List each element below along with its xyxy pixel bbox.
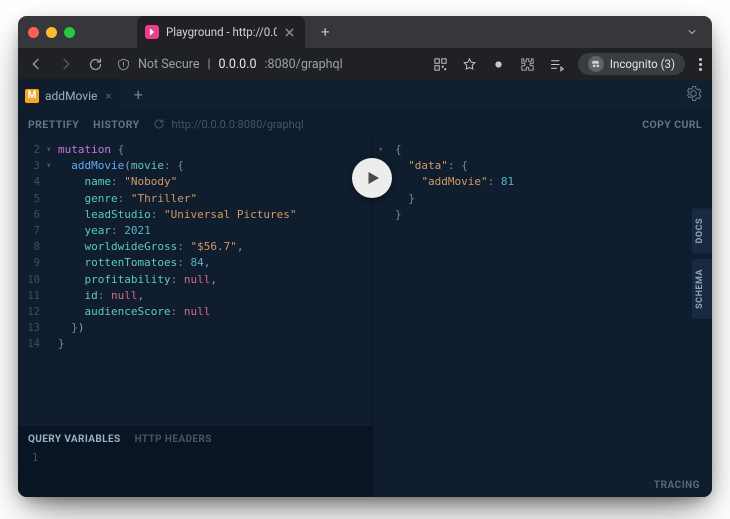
qr-icon[interactable] xyxy=(433,57,448,72)
address-warning: Not Secure xyxy=(138,57,199,72)
browser-tabstrip: Playground - http://0.0.0.0:80 + xyxy=(18,16,712,48)
history-button[interactable]: HISTORY xyxy=(93,118,139,131)
prettify-button[interactable]: PRETTIFY xyxy=(28,118,79,131)
incognito-icon xyxy=(588,56,604,72)
reload-button[interactable] xyxy=(88,57,103,72)
browser-action-icons: Incognito (3) xyxy=(433,53,702,75)
tabs-dropdown-button[interactable] xyxy=(682,19,702,46)
reload-endpoint-icon xyxy=(153,118,165,130)
star-icon[interactable] xyxy=(462,57,477,72)
mutation-badge-icon: M xyxy=(25,89,39,103)
playground-tab-label: addMovie xyxy=(45,89,97,103)
not-secure-icon xyxy=(117,58,130,71)
close-tab-button[interactable] xyxy=(284,27,295,38)
address-path: :8080/graphql xyxy=(265,57,343,72)
extension-dot-icon[interactable] xyxy=(491,57,506,72)
side-rail: DOCS SCHEMA xyxy=(692,138,712,319)
incognito-badge[interactable]: Incognito (3) xyxy=(578,53,685,75)
tab-http-headers[interactable]: HTTP HEADERS xyxy=(135,434,212,445)
variables-editor[interactable]: 1 xyxy=(18,452,372,464)
playground-new-tab-button[interactable]: + xyxy=(122,87,155,103)
endpoint-input[interactable]: http://0.0.0.0:8080/graphql xyxy=(153,118,303,131)
incognito-label: Incognito (3) xyxy=(610,57,675,71)
favicon-icon xyxy=(145,25,159,39)
browser-window: Playground - http://0.0.0.0:80 + xyxy=(18,16,712,497)
playground-tabbar: M addMovie × + xyxy=(18,80,712,110)
query-editor[interactable]: 234567891011121314 ▾▾ mutation { addMovi… xyxy=(18,138,372,426)
tab-query-variables[interactable]: QUERY VARIABLES xyxy=(28,434,121,445)
schema-tab[interactable]: SCHEMA xyxy=(692,259,712,319)
new-tab-button[interactable]: + xyxy=(315,21,336,48)
response-viewer[interactable]: ▾ { "data": { "addMovie": 81 } } xyxy=(373,138,712,223)
play-icon xyxy=(364,169,382,187)
graphql-playground: M addMovie × + PRETTIFY HISTORY http://0… xyxy=(18,80,712,497)
browser-tab-active[interactable]: Playground - http://0.0.0.0:80 xyxy=(137,16,305,48)
browser-tab-title: Playground - http://0.0.0.0:80 xyxy=(166,25,277,39)
window-controls xyxy=(28,27,75,38)
playground-toolbar: PRETTIFY HISTORY http://0.0.0.0:8080/gra… xyxy=(18,110,712,138)
response-pane: ▾ { "data": { "addMovie": 81 } } TRACING xyxy=(372,138,712,497)
puzzle-icon[interactable] xyxy=(520,57,535,72)
query-editor-pane: 234567891011121314 ▾▾ mutation { addMovi… xyxy=(18,138,372,497)
playground-settings-button[interactable] xyxy=(685,85,702,106)
tracing-button[interactable]: TRACING xyxy=(654,480,700,491)
docs-tab[interactable]: DOCS xyxy=(692,208,712,253)
playlist-icon[interactable] xyxy=(549,57,564,72)
browser-menu-button[interactable] xyxy=(699,58,702,71)
address-bar[interactable]: Not Secure | 0.0.0.0:8080/graphql xyxy=(117,57,343,72)
close-playground-tab-button[interactable]: × xyxy=(105,89,111,103)
playground-tab-active[interactable]: M addMovie × xyxy=(18,79,122,111)
execute-query-button[interactable] xyxy=(352,158,392,198)
nav-forward-button[interactable] xyxy=(58,56,74,72)
browser-toolbar: Not Secure | 0.0.0.0:8080/graphql Incogn… xyxy=(18,48,712,80)
endpoint-url: http://0.0.0.0:8080/graphql xyxy=(171,118,303,131)
address-host: 0.0.0.0 xyxy=(219,57,257,72)
variables-panel: QUERY VARIABLES HTTP HEADERS 1 xyxy=(18,426,372,497)
maximize-window-button[interactable] xyxy=(64,27,75,38)
copy-curl-button[interactable]: COPY CURL xyxy=(642,118,702,131)
minimize-window-button[interactable] xyxy=(46,27,57,38)
close-window-button[interactable] xyxy=(28,27,39,38)
nav-back-button[interactable] xyxy=(28,56,44,72)
